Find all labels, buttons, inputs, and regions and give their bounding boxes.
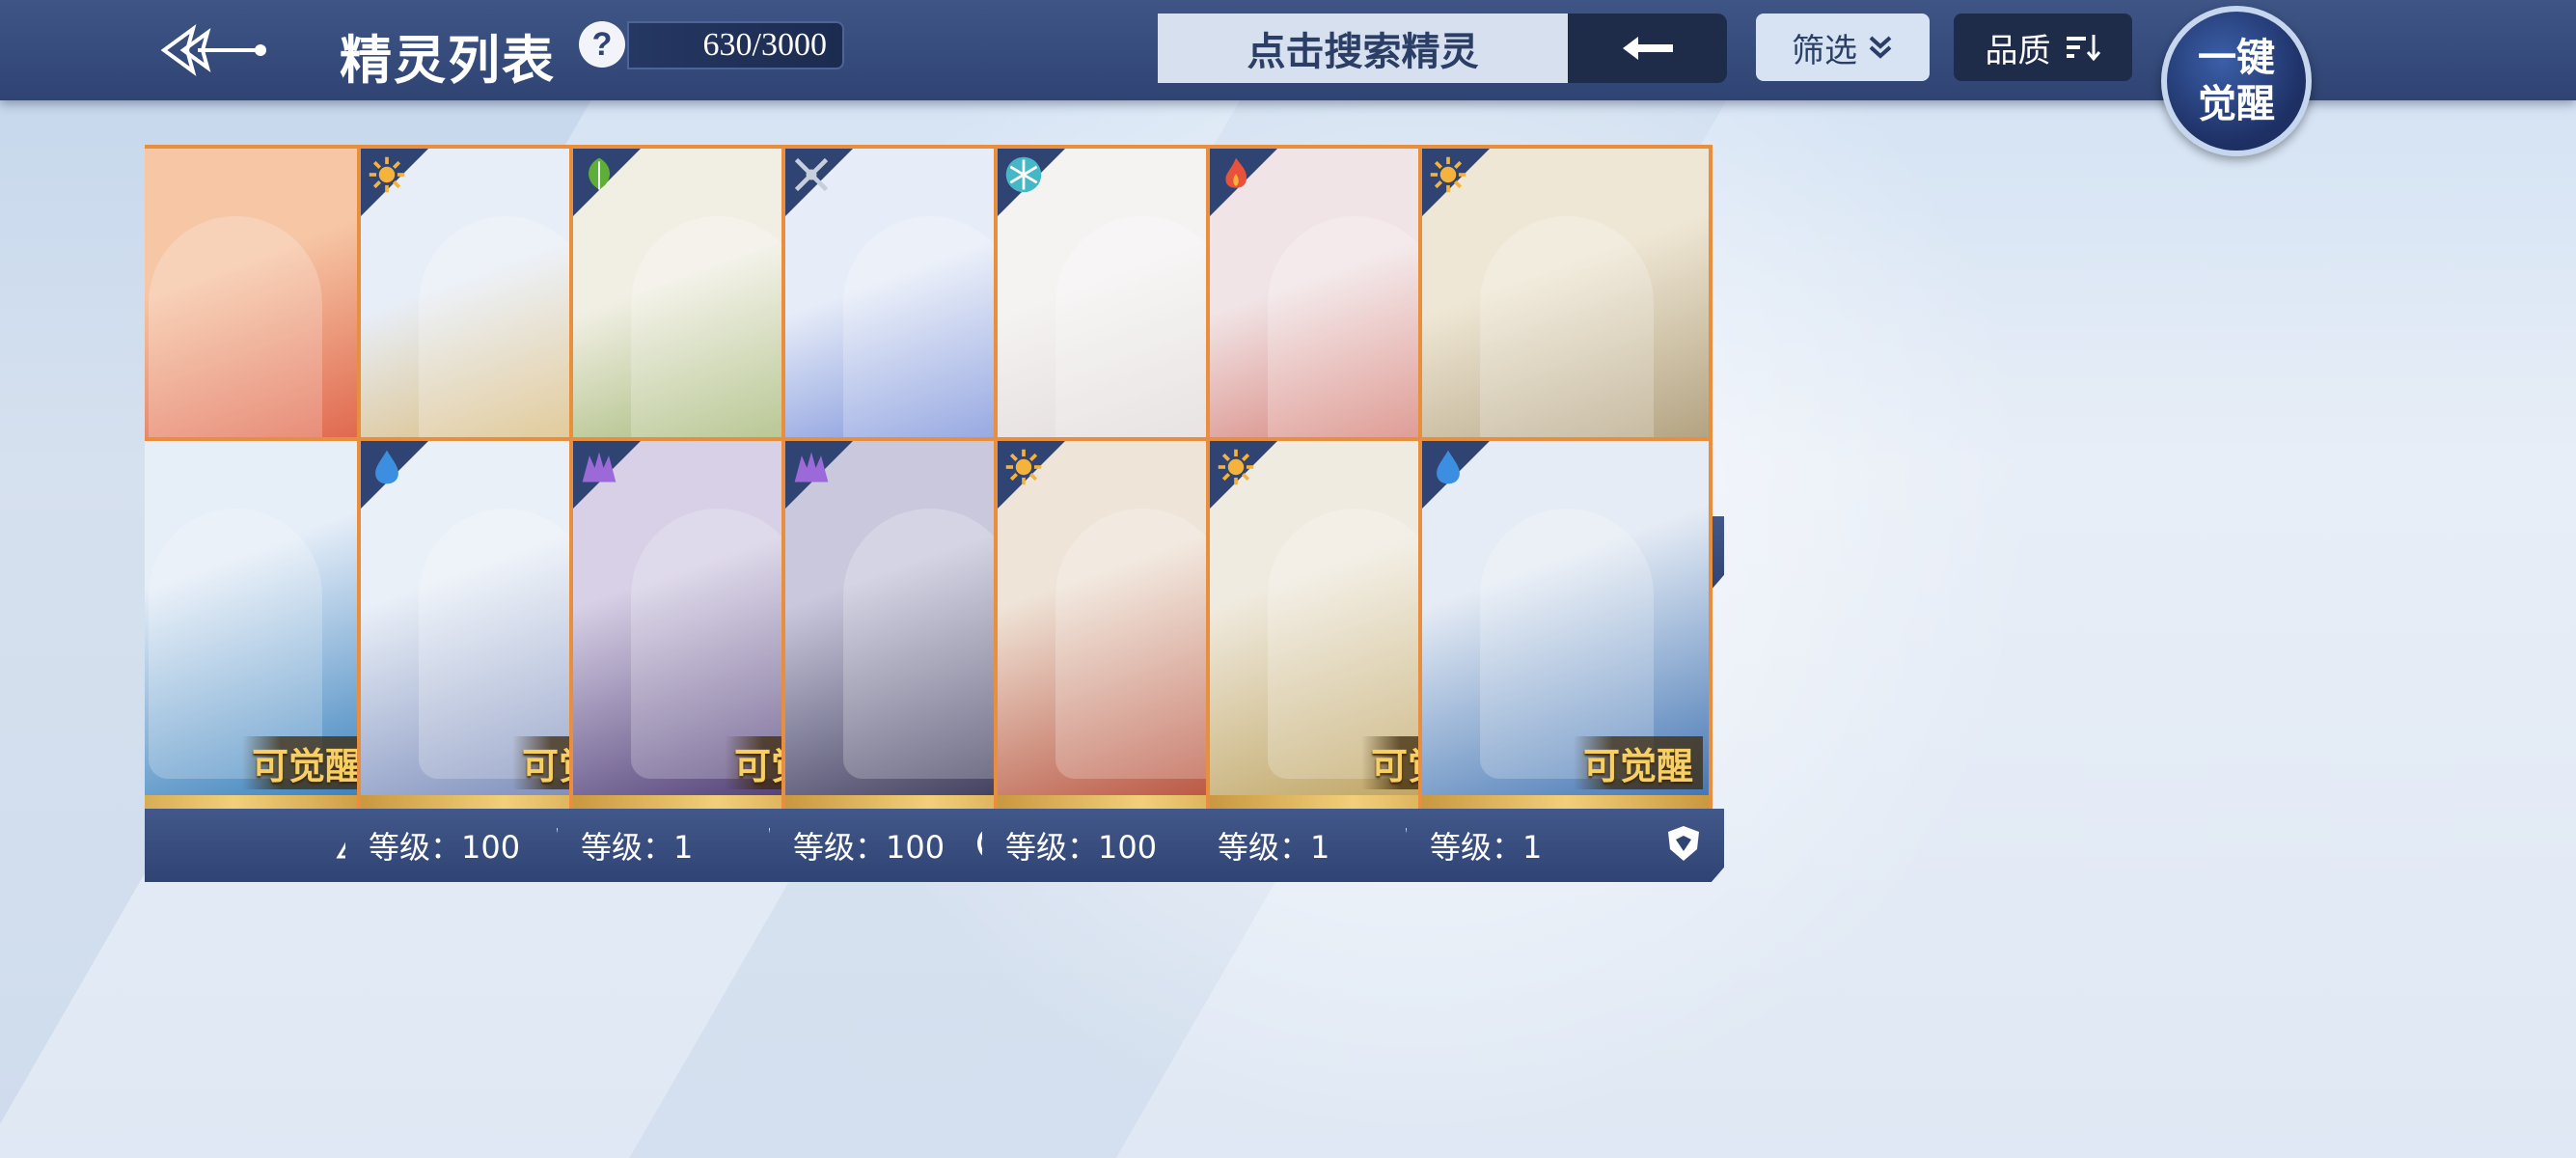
shadow-element-icon — [789, 445, 834, 489]
chevron-double-down-icon — [1869, 36, 1892, 59]
header-bar: 精灵列表 ? 630/3000 点击搜索精灵 筛选 品质 一键觉醒 — [0, 0, 2576, 156]
level-label: 等级：100 — [793, 829, 945, 866]
quality-sort-button[interactable]: 品质 — [1954, 14, 2132, 81]
level-label: 等级：1 — [1430, 829, 1543, 866]
sort-icon — [2066, 35, 2100, 62]
awaken-available-tag: 可觉醒 — [1573, 736, 1703, 789]
sun-element-icon — [365, 152, 409, 197]
attribute-icons — [1662, 822, 1705, 865]
scissors-element-icon — [789, 152, 834, 197]
level-label: 等级：100 — [369, 829, 521, 866]
card-frame: 可觉醒 — [1418, 437, 1713, 818]
page-title: 精灵列表 — [340, 30, 556, 91]
sprite-grid: 可觉醒可觉醒等级：1等级：100可觉醒等级：1等级：100可觉醒等级：1可觉醒等… — [145, 145, 2431, 1100]
filter-label: 筛选 — [1792, 31, 1857, 70]
level-label: 等级：100 — [1005, 829, 1158, 866]
sprite-silhouette — [1055, 509, 1229, 779]
level-label: 等级：1 — [1218, 829, 1330, 866]
sprite-silhouette — [843, 509, 1017, 779]
shadow-element-icon — [577, 445, 621, 489]
water-element-icon — [1426, 445, 1470, 489]
shield-icon — [1662, 822, 1705, 865]
quality-label: 品质 — [1985, 31, 2051, 70]
sun-element-icon — [1426, 152, 1470, 197]
awaken-all-button[interactable]: 一键觉醒 — [2161, 6, 2312, 156]
fire-element-icon — [1214, 152, 1258, 197]
help-button[interactable]: ? — [579, 21, 625, 68]
filter-button[interactable]: 筛选 — [1756, 14, 1930, 81]
snowflake-element-icon — [1001, 152, 1046, 197]
water-element-icon — [365, 445, 409, 489]
sun-element-icon — [1001, 445, 1046, 489]
back-button[interactable] — [145, 14, 280, 87]
search-input[interactable]: 点击搜索精灵 — [1158, 14, 1568, 83]
search-go-button[interactable] — [1568, 14, 1727, 83]
awaken-available-tag: 可觉醒 — [241, 736, 371, 789]
back-arrow-icon — [160, 23, 266, 77]
leaf-element-icon — [577, 152, 621, 197]
level-label: 等级：1 — [581, 829, 694, 866]
sun-element-icon — [1214, 445, 1258, 489]
arrow-left-icon — [1622, 37, 1673, 60]
collection-count: 630/3000 — [627, 21, 844, 69]
card-frame: 可觉醒 — [145, 437, 381, 818]
card-info-bar: 等级：1 — [1407, 809, 1724, 882]
awaken-all-label: 一键觉醒 — [2198, 35, 2275, 126]
sprite-card[interactable]: 可觉醒等级：1 — [1407, 437, 1724, 891]
